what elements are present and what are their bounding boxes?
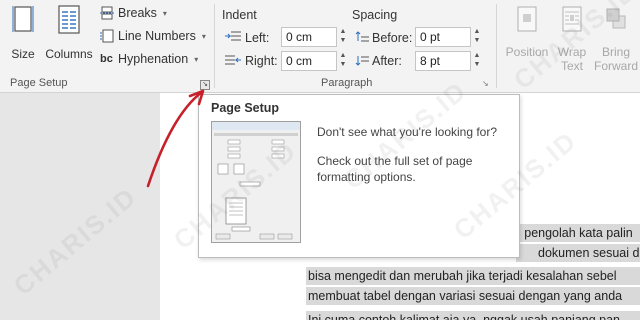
tooltip-description: Check out the full set of page formattin… [317, 154, 473, 184]
spacing-before-icon [355, 31, 369, 42]
document-line: dokumen sesuai de [516, 244, 640, 262]
chevron-down-icon: ▾ [194, 54, 199, 64]
chevron-down-icon: ▾ [201, 31, 206, 41]
columns-button[interactable]: Columns [42, 4, 96, 61]
size-label: Size [11, 47, 35, 61]
spacing-before-spinner[interactable]: ▲ ▼ [472, 27, 482, 47]
indent-left-spinner[interactable]: ▲ ▼ [338, 27, 348, 47]
spacing-after-field[interactable]: 8 pt [415, 51, 471, 71]
spacing-after-spinner[interactable]: ▲ ▼ [472, 51, 482, 71]
wrap-text-label: Wrap Text [557, 45, 587, 73]
bring-forward-icon [606, 8, 626, 29]
indent-heading: Indent [222, 8, 257, 22]
indent-right-icon [225, 55, 241, 65]
page-setup-group-label: Page Setup [10, 77, 68, 89]
columns-icon [58, 5, 80, 34]
document-line: i pengolah kata palin [516, 224, 640, 242]
page-setup-tooltip: Page Setup Don't see what you're looking… [198, 94, 520, 258]
tooltip-question: Don't see what you're looking for? [317, 125, 498, 139]
page-setup-dialog-launcher-icon[interactable]: ↘ [200, 80, 210, 90]
line-numbers-icon [100, 29, 114, 43]
indent-left-label: Left: [245, 31, 270, 45]
breaks-label: Breaks [118, 6, 157, 20]
spacing-before-label: Before: [372, 31, 413, 45]
position-icon [517, 6, 537, 32]
line-numbers-button[interactable]: Line Numbers ▾ [100, 29, 206, 43]
indent-right-field[interactable]: 0 cm [281, 51, 337, 71]
tooltip-title: Page Setup [211, 101, 280, 115]
bring-forward-button[interactable]: Bring Forward [592, 6, 640, 73]
group-divider [214, 4, 215, 88]
indent-right-label: Right: [245, 54, 278, 68]
document-line: membuat tabel dengan variasi sesuai deng… [306, 287, 640, 305]
indent-left-field[interactable]: 0 cm [281, 27, 337, 47]
page-size-icon [12, 6, 34, 32]
spacing-after-icon [355, 56, 369, 66]
chevron-down-icon: ▾ [162, 8, 167, 18]
position-label: Position [505, 45, 549, 59]
wrap-text-icon [562, 6, 582, 32]
watermark: CHARIS.ID [7, 181, 143, 302]
breaks-icon [100, 6, 114, 20]
group-divider [496, 4, 497, 88]
hyphenation-button[interactable]: bc Hyphenation ▾ [100, 52, 198, 66]
spacing-heading: Spacing [352, 8, 398, 22]
bring-forward-label: Bring Forward [593, 45, 638, 73]
position-button[interactable]: Position [500, 6, 554, 59]
columns-label: Columns [45, 47, 93, 61]
wrap-text-button[interactable]: Wrap Text [554, 6, 590, 73]
document-line: bisa mengedit dan merubah jika terjadi k… [306, 267, 640, 285]
spacing-after-label: After: [372, 54, 402, 68]
hyphenation-label: Hyphenation [118, 52, 189, 66]
paragraph-group-label: Paragraph [321, 77, 373, 89]
document-line: Ini cuma contoh kalimat aja ya, nggak us… [306, 311, 640, 320]
line-numbers-label: Line Numbers [118, 29, 196, 43]
spacing-before-field[interactable]: 0 pt [415, 27, 471, 47]
page-setup-dialog-preview-image [211, 121, 301, 243]
hyphenation-icon: bc [100, 53, 113, 65]
breaks-button[interactable]: Breaks ▾ [100, 6, 167, 20]
size-button[interactable]: Size [6, 4, 40, 61]
ribbon: Size Columns Breaks ▾ Line Numbers ▾ bc … [0, 0, 640, 93]
indent-left-icon [225, 31, 241, 41]
paragraph-dialog-launcher-icon[interactable]: ↘ [482, 80, 491, 89]
indent-right-spinner[interactable]: ▲ ▼ [338, 51, 348, 71]
